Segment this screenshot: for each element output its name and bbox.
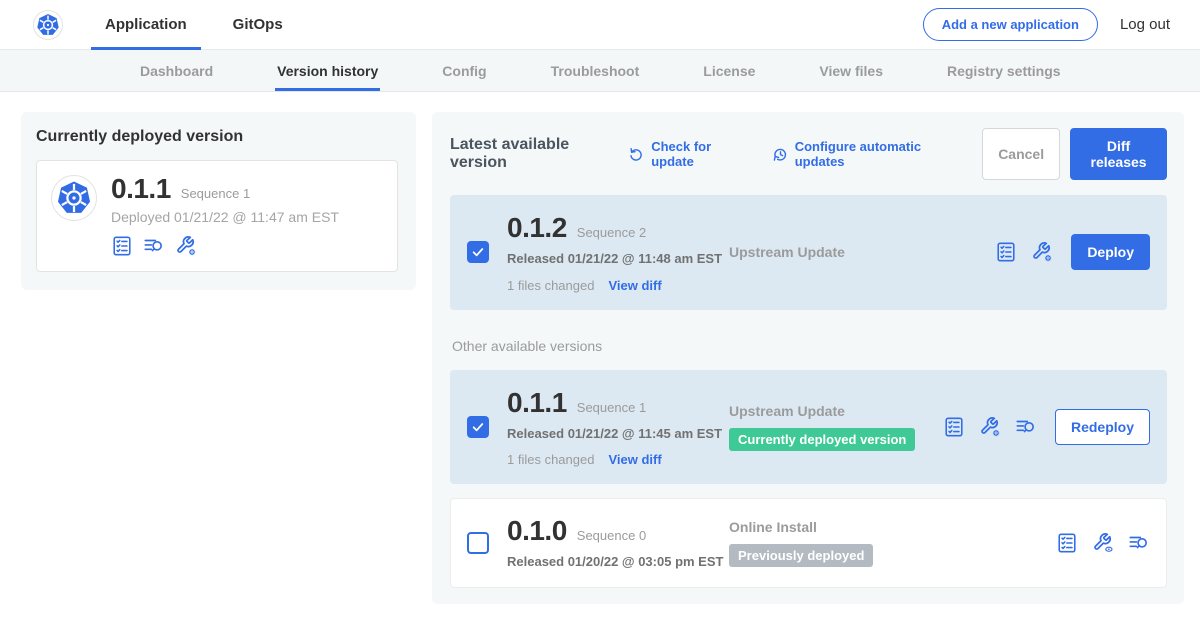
- version-source-label: Online Install: [729, 519, 1056, 535]
- tab-dashboard[interactable]: Dashboard: [138, 50, 215, 91]
- deploy-logs-icon[interactable]: [143, 235, 165, 257]
- tab-application-label: Application: [105, 16, 187, 33]
- available-versions-header: Latest available version Check for updat…: [450, 128, 1167, 180]
- sequence-label: Sequence 2: [577, 225, 646, 240]
- currently-deployed-card: Currently deployed version 0.1.1 Sequenc…: [21, 112, 416, 290]
- version-source-label: Upstream Update: [729, 403, 943, 419]
- deployed-version-number: 0.1.1: [111, 173, 171, 205]
- tab-version-history[interactable]: Version history: [275, 50, 380, 91]
- version-number: 0.1.0: [507, 515, 567, 547]
- check-for-update-link[interactable]: Check for update: [628, 139, 746, 169]
- currently-deployed-badge: Currently deployed version: [729, 428, 915, 451]
- config-wrench-gear-icon[interactable]: [175, 235, 197, 257]
- view-diff-link[interactable]: View diff: [608, 278, 661, 293]
- deploy-logs-icon[interactable]: [1015, 416, 1037, 438]
- currently-deployed-title: Currently deployed version: [36, 128, 398, 146]
- tab-gitops[interactable]: GitOps: [219, 0, 297, 50]
- version-number: 0.1.2: [507, 212, 567, 244]
- tab-troubleshoot[interactable]: Troubleshoot: [549, 50, 642, 91]
- kubernetes-logo: [33, 10, 63, 40]
- deployed-sequence-label: Sequence 1: [181, 186, 250, 201]
- files-changed-label: 1 files changed: [507, 452, 594, 467]
- preflight-checklist-icon[interactable]: [995, 241, 1017, 263]
- redeploy-button[interactable]: Redeploy: [1055, 409, 1150, 445]
- logout-link[interactable]: Log out: [1120, 16, 1170, 33]
- latest-available-title: Latest available version: [450, 136, 614, 172]
- tab-application[interactable]: Application: [91, 0, 201, 50]
- tab-registry-settings[interactable]: Registry settings: [945, 50, 1063, 91]
- tab-gitops-label: GitOps: [233, 16, 283, 33]
- main-content: Currently deployed version 0.1.1 Sequenc…: [0, 92, 1200, 604]
- view-diff-link[interactable]: View diff: [608, 452, 661, 467]
- deploy-button[interactable]: Deploy: [1071, 234, 1150, 270]
- config-wrench-eye-icon[interactable]: [1092, 532, 1114, 554]
- released-timestamp: Released 01/20/22 @ 03:05 pm EST: [507, 553, 725, 571]
- diff-releases-button[interactable]: Diff releases: [1070, 128, 1167, 180]
- tab-troubleshoot-label: Troubleshoot: [551, 63, 640, 79]
- tab-view-files-label: View files: [819, 63, 883, 79]
- preflight-checklist-icon[interactable]: [943, 416, 965, 438]
- tab-version-history-label: Version history: [277, 63, 378, 79]
- version-checkbox-0-1-1[interactable]: [467, 416, 489, 438]
- refresh-icon: [628, 146, 645, 163]
- version-row-0-1-1: 0.1.1 Sequence 1 Released 01/21/22 @ 11:…: [450, 370, 1167, 485]
- kubernetes-app-icon: [51, 175, 97, 221]
- version-row-0-1-0: 0.1.0 Sequence 0 Released 01/20/22 @ 03:…: [450, 498, 1167, 588]
- deploy-logs-icon[interactable]: [1128, 532, 1150, 554]
- version-source-label: Upstream Update: [729, 244, 995, 260]
- add-new-application-button[interactable]: Add a new application: [923, 8, 1098, 41]
- released-timestamp: Released 01/21/22 @ 11:45 am EST: [507, 425, 725, 443]
- version-row-0-1-2: 0.1.2 Sequence 2 Released 01/21/22 @ 11:…: [450, 195, 1167, 310]
- configure-automatic-updates-label: Configure automatic updates: [795, 139, 957, 169]
- config-wrench-gear-icon[interactable]: [979, 416, 1001, 438]
- check-for-update-label: Check for update: [651, 139, 746, 169]
- tab-registry-settings-label: Registry settings: [947, 63, 1061, 79]
- available-versions-pane: Latest available version Check for updat…: [432, 112, 1184, 604]
- version-checkbox-0-1-0[interactable]: [467, 532, 489, 554]
- app-sub-nav: Dashboard Version history Config Trouble…: [0, 50, 1200, 92]
- config-wrench-gear-icon[interactable]: [1031, 241, 1053, 263]
- tab-license[interactable]: License: [701, 50, 757, 91]
- other-available-versions-label: Other available versions: [452, 338, 1167, 354]
- tab-view-files[interactable]: View files: [817, 50, 885, 91]
- version-number: 0.1.1: [507, 387, 567, 419]
- version-checkbox-0-1-2[interactable]: [467, 241, 489, 263]
- tab-config-label: Config: [442, 63, 486, 79]
- tab-config[interactable]: Config: [440, 50, 488, 91]
- cancel-button[interactable]: Cancel: [982, 128, 1060, 180]
- auto-update-clock-icon: [772, 146, 789, 163]
- preflight-checklist-icon[interactable]: [1056, 532, 1078, 554]
- preflight-checklist-icon[interactable]: [111, 235, 133, 257]
- deployed-version-box: 0.1.1 Sequence 1 Deployed 01/21/22 @ 11:…: [36, 160, 398, 272]
- deployed-timestamp: Deployed 01/21/22 @ 11:47 am EST: [111, 209, 339, 225]
- previously-deployed-badge: Previously deployed: [729, 544, 873, 567]
- sequence-label: Sequence 1: [577, 400, 646, 415]
- sequence-label: Sequence 0: [577, 528, 646, 543]
- released-timestamp: Released 01/21/22 @ 11:48 am EST: [507, 250, 725, 268]
- tab-dashboard-label: Dashboard: [140, 63, 213, 79]
- top-nav-tabs: Application GitOps: [91, 0, 297, 50]
- configure-automatic-updates-link[interactable]: Configure automatic updates: [772, 139, 957, 169]
- tab-license-label: License: [703, 63, 755, 79]
- files-changed-label: 1 files changed: [507, 278, 594, 293]
- top-nav: Application GitOps Add a new application…: [0, 0, 1200, 50]
